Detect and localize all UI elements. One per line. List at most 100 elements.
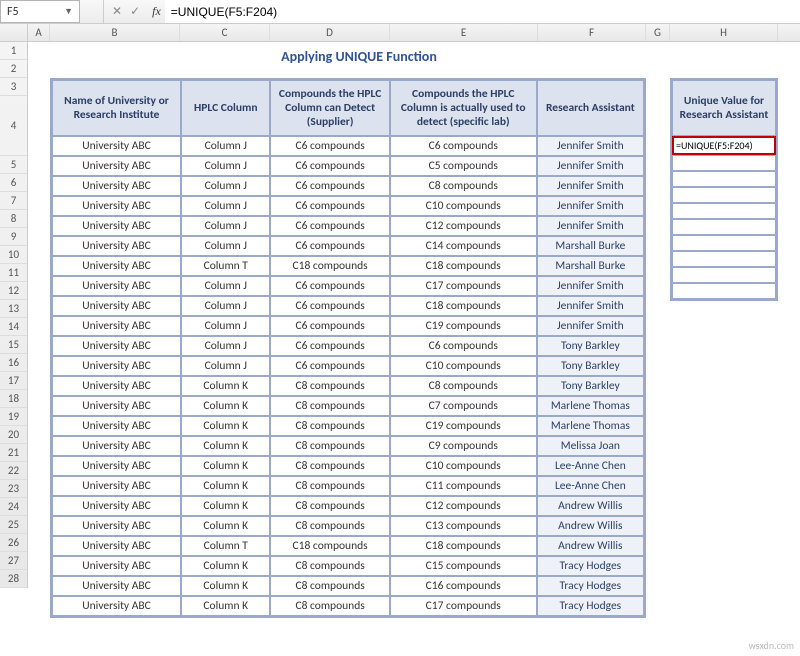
enter-icon[interactable]: ✓ [130,4,140,19]
cell-d[interactable]: C8 compounds [270,376,389,396]
unique-empty-cell[interactable] [672,219,776,235]
cell-f[interactable]: Andrew Willis [537,536,644,556]
select-all-corner[interactable] [0,24,28,41]
cell-d[interactable]: C6 compounds [270,316,389,336]
cell-f[interactable]: Jennifer Smith [537,216,644,236]
cell-d[interactable]: C6 compounds [270,356,389,376]
row-header-8[interactable]: 8 [0,210,27,228]
cell-b[interactable]: University ABC [52,476,181,496]
row-header-25[interactable]: 25 [0,516,27,534]
cell-b[interactable]: University ABC [52,556,181,576]
column-header-e[interactable]: E [390,24,538,41]
cell-b[interactable]: University ABC [52,196,181,216]
row-header-9[interactable]: 9 [0,228,27,246]
cell-d[interactable]: C8 compounds [270,436,389,456]
cell-f[interactable]: Lee-Anne Chen [537,456,644,476]
cell-c[interactable]: Column T [181,536,270,556]
column-header-g[interactable]: G [646,24,670,41]
column-header-a[interactable]: A [28,24,50,41]
cell-d[interactable]: C8 compounds [270,576,389,596]
cell-b[interactable]: University ABC [52,236,181,256]
cell-d[interactable]: C8 compounds [270,456,389,476]
unique-empty-cell[interactable] [672,235,776,251]
cell-e[interactable]: C6 compounds [390,336,537,356]
cell-f[interactable]: Tony Barkley [537,336,644,356]
cell-c[interactable]: Column K [181,496,270,516]
cell-e[interactable]: C18 compounds [390,256,537,276]
cell-b[interactable]: University ABC [52,256,181,276]
cell-c[interactable]: Column K [181,436,270,456]
cell-b[interactable]: University ABC [52,436,181,456]
fx-icon[interactable]: fx [148,0,165,23]
cell-c[interactable]: Column J [181,176,270,196]
cell-c[interactable]: Column K [181,456,270,476]
unique-empty-cell[interactable] [672,251,776,267]
cell-e[interactable]: C7 compounds [390,396,537,416]
cell-b[interactable]: University ABC [52,456,181,476]
row-header-21[interactable]: 21 [0,444,27,462]
cell-e[interactable]: C11 compounds [390,476,537,496]
cell-d[interactable]: C6 compounds [270,136,389,156]
cell-c[interactable]: Column J [181,336,270,356]
cell-c[interactable]: Column J [181,136,270,156]
cell-f[interactable]: Jennifer Smith [537,176,644,196]
cell-f[interactable]: Marshall Burke [537,256,644,276]
cell-d[interactable]: C8 compounds [270,596,389,616]
row-header-6[interactable]: 6 [0,174,27,192]
cell-d[interactable]: C18 compounds [270,536,389,556]
cell-c[interactable]: Column J [181,296,270,316]
cell-e[interactable]: C10 compounds [390,356,537,376]
unique-empty-cell[interactable] [672,155,776,171]
row-header-5[interactable]: 5 [0,156,27,174]
formula-input[interactable] [165,0,800,23]
cell-e[interactable]: C12 compounds [390,216,537,236]
cell-e[interactable]: C9 compounds [390,436,537,456]
cell-e[interactable]: C19 compounds [390,316,537,336]
row-header-1[interactable]: 1 [0,42,27,60]
cell-b[interactable]: University ABC [52,156,181,176]
cell-d[interactable]: C6 compounds [270,276,389,296]
cell-f[interactable]: Jennifer Smith [537,196,644,216]
cell-d[interactable]: C6 compounds [270,216,389,236]
row-header-4[interactable]: 4 [0,96,27,156]
cell-d[interactable]: C8 compounds [270,476,389,496]
cell-c[interactable]: Column K [181,576,270,596]
cell-c[interactable]: Column K [181,556,270,576]
cell-d[interactable]: C8 compounds [270,416,389,436]
cell-d[interactable]: C8 compounds [270,556,389,576]
cell-c[interactable]: Column T [181,256,270,276]
cell-e[interactable]: C8 compounds [390,376,537,396]
cell-b[interactable]: University ABC [52,536,181,556]
cell-e[interactable]: C19 compounds [390,416,537,436]
cell-f[interactable]: Marshall Burke [537,236,644,256]
cell-b[interactable]: University ABC [52,276,181,296]
cell-f[interactable]: Andrew Willis [537,496,644,516]
column-header-b[interactable]: B [50,24,180,41]
cell-f[interactable]: Jennifer Smith [537,136,644,156]
row-header-17[interactable]: 17 [0,372,27,390]
cell-f[interactable]: Tony Barkley [537,376,644,396]
cell-f[interactable]: Lee-Anne Chen [537,476,644,496]
cell-d[interactable]: C6 compounds [270,296,389,316]
cell-e[interactable]: C17 compounds [390,596,537,616]
cell-b[interactable]: University ABC [52,176,181,196]
cell-e[interactable]: C18 compounds [390,536,537,556]
cell-f[interactable]: Tracy Hodges [537,576,644,596]
cell-c[interactable]: Column K [181,376,270,396]
cell-d[interactable]: C6 compounds [270,236,389,256]
cell-e[interactable]: C15 compounds [390,556,537,576]
cell-b[interactable]: University ABC [52,216,181,236]
chevron-down-icon[interactable]: ▼ [64,6,73,17]
cell-b[interactable]: University ABC [52,496,181,516]
cell-c[interactable]: Column J [181,216,270,236]
unique-empty-cell[interactable] [672,171,776,187]
row-header-26[interactable]: 26 [0,534,27,552]
unique-empty-cell[interactable] [672,203,776,219]
cell-c[interactable]: Column J [181,316,270,336]
row-header-15[interactable]: 15 [0,336,27,354]
row-header-24[interactable]: 24 [0,498,27,516]
unique-empty-cell[interactable] [672,187,776,203]
cell-d[interactable]: C18 compounds [270,256,389,276]
cell-e[interactable]: C8 compounds [390,176,537,196]
cell-b[interactable]: University ABC [52,296,181,316]
